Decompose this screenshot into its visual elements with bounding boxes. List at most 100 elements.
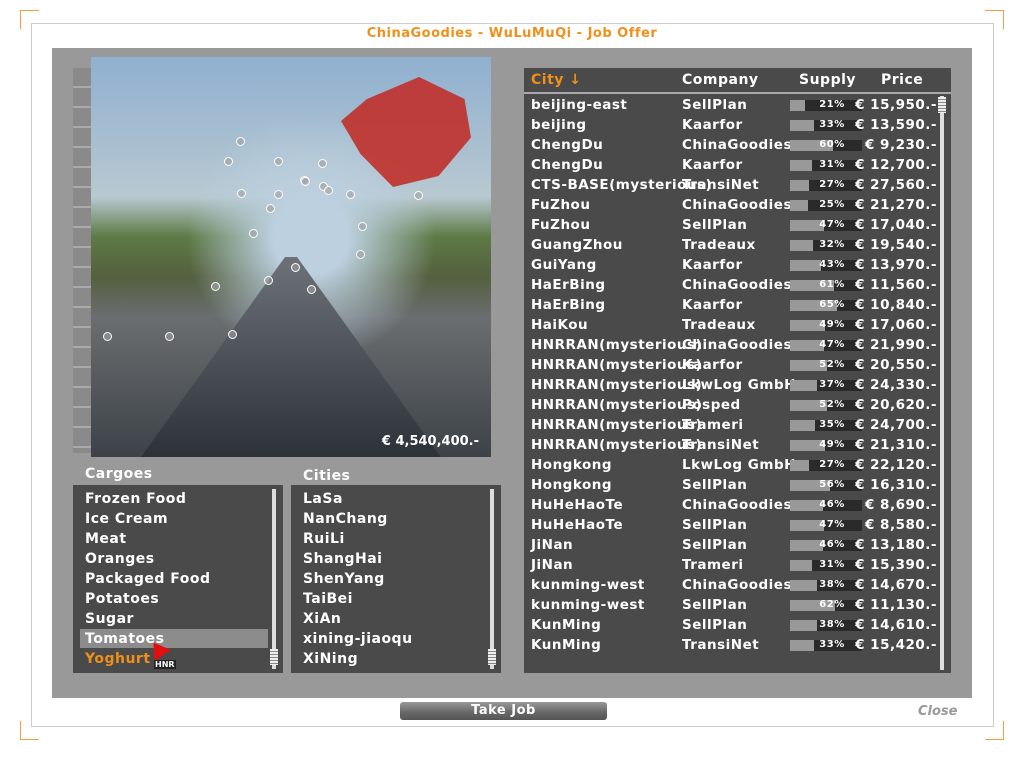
cash-amount: € 4,540,400.- (381, 434, 479, 449)
table-row[interactable]: HNRRAN(mysterious) Kaarfor 52% € 20,550.- (524, 355, 944, 375)
row-city: HaErBing (531, 297, 606, 313)
table-row[interactable]: beijing Kaarfor 33% € 13,590.- (524, 115, 944, 135)
preview-side-strip (73, 68, 91, 453)
table-row[interactable]: HNRRAN(mysterious) Trameri 35% € 24,700.- (524, 415, 944, 435)
map-location-dot (307, 285, 316, 294)
map-location-dot (301, 177, 310, 186)
table-row[interactable]: HuHeHaoTe SellPlan 47% € 8,580.- (524, 515, 944, 535)
map-location-dot (249, 229, 258, 238)
table-row[interactable]: Hongkong LkwLog GmbH 27% € 22,120.- (524, 455, 944, 475)
row-company: Tradeaux (682, 317, 756, 333)
cities-list[interactable]: LaSa NanChang RuiLi ShangHai ShenYang TaiBei X… (291, 485, 501, 673)
table-row[interactable]: FuZhou ChinaGoodies 25% € 21,270.- (524, 195, 944, 215)
table-row[interactable]: HuHeHaoTe ChinaGoodies 46% € 8,690.- (524, 495, 944, 515)
table-row[interactable]: JiNan SellPlan 46% € 13,180.- (524, 535, 944, 555)
table-row[interactable]: JiNan Trameri 31% € 15,390.- (524, 555, 944, 575)
table-row[interactable]: ChengDu Kaarfor 31% € 12,700.- (524, 155, 944, 175)
table-row[interactable]: beijing-east SellPlan 21% € 15,950.- (524, 95, 944, 115)
table-row[interactable]: HNRRAN(mysterious) Posped 52% € 20,620.- (524, 395, 944, 415)
row-company: TransiNet (682, 177, 760, 193)
map-location-dot (165, 332, 174, 341)
supply-bar-fill (790, 380, 817, 391)
map-location-dot (414, 191, 423, 200)
cargo-item[interactable]: Ice Cream (85, 509, 168, 529)
city-item[interactable]: XiAn (303, 609, 341, 629)
row-company: Kaarfor (682, 157, 743, 173)
road-image (141, 257, 441, 457)
table-row[interactable]: GuiYang Kaarfor 43% € 13,970.- (524, 255, 944, 275)
city-item[interactable]: LaSa (303, 489, 343, 509)
table-row[interactable]: kunming-west SellPlan 62% € 11,130.- (524, 595, 944, 615)
column-header-company[interactable]: Company (682, 72, 759, 88)
table-row[interactable]: HaiKou Tradeaux 49% € 17,060.- (524, 315, 944, 335)
table-row[interactable]: HNRRAN(mysterious) TransiNet 49% € 21,310.- (524, 435, 944, 455)
cargoes-list[interactable]: Frozen Food Ice Cream Meat Oranges Packaged … (73, 485, 283, 673)
cities-scrollbar[interactable] (490, 489, 494, 669)
map-location-dot (356, 250, 365, 259)
table-row[interactable]: CTS-BASE(mysterious) TransiNet 27% € 27,560… (524, 175, 944, 195)
city-item[interactable]: ShangHai (303, 549, 382, 569)
row-company: ChinaGoodies (682, 337, 792, 353)
table-row[interactable]: GuangZhou Tradeaux 32% € 19,540.- (524, 235, 944, 255)
column-header-price[interactable]: Price (881, 72, 923, 88)
cargo-item[interactable]: Meat (85, 529, 127, 549)
cities-scroll-thumb[interactable] (488, 649, 496, 665)
row-company: Kaarfor (682, 257, 743, 273)
row-city: beijing-east (531, 97, 628, 113)
row-price: € 14,610.- (855, 617, 937, 633)
row-company: Trameri (682, 417, 744, 433)
row-city: GuangZhou (531, 237, 623, 253)
row-price: € 13,180.- (855, 537, 937, 553)
row-city: GuiYang (531, 257, 597, 273)
row-company: SellPlan (682, 517, 748, 533)
cargoes-scrollbar[interactable] (272, 489, 276, 669)
city-item[interactable]: ShenYang (303, 569, 385, 589)
table-row[interactable]: Hongkong SellPlan 56% € 16,310.- (524, 475, 944, 495)
row-price: € 8,580.- (864, 517, 937, 533)
row-price: € 8,690.- (864, 497, 937, 513)
cargoes-scroll-thumb[interactable] (270, 649, 278, 665)
city-item[interactable]: xining-jiaoqu (303, 629, 413, 649)
column-header-supply[interactable]: Supply (799, 72, 856, 88)
table-row[interactable]: FuZhou SellPlan 47% € 17,040.- (524, 215, 944, 235)
row-price: € 11,130.- (855, 597, 937, 613)
table-row[interactable]: kunming-west ChinaGoodies 38% € 14,670.- (524, 575, 944, 595)
destination-preview-image: € 4,540,400.- (91, 57, 491, 457)
table-row[interactable]: ChengDu ChinaGoodies 60% € 9,230.- (524, 135, 944, 155)
row-city: ChengDu (531, 137, 604, 153)
city-item[interactable]: XiNing (303, 649, 358, 669)
map-location-dot (228, 330, 237, 339)
cargo-item[interactable]: Frozen Food (85, 489, 186, 509)
cargo-item[interactable]: Packaged Food (85, 569, 211, 589)
row-city: ChengDu (531, 157, 604, 173)
supply-bar-fill (790, 240, 814, 251)
cargo-item[interactable]: Yoghurt (85, 649, 151, 669)
take-job-button[interactable]: Take Job (400, 702, 607, 720)
row-company: TransiNet (682, 637, 760, 653)
row-city: kunming-west (531, 597, 645, 613)
table-row[interactable]: HaErBing ChinaGoodies 61% € 11,560.- (524, 275, 944, 295)
row-city: HNRRAN(mysterious) (531, 417, 703, 433)
table-row[interactable]: KunMing SellPlan 38% € 14,610.- (524, 615, 944, 635)
city-item[interactable]: TaiBei (303, 589, 353, 609)
map-location-dot (291, 263, 300, 272)
cargo-item[interactable]: Oranges (85, 549, 155, 569)
table-row[interactable]: HNRRAN(mysterious) LkwLog GmbH 37% € 24,330… (524, 375, 944, 395)
map-location-dot (224, 157, 233, 166)
row-city: HuHeHaoTe (531, 497, 624, 513)
table-row[interactable]: KunMing TransiNet 33% € 15,420.- (524, 635, 944, 655)
table-row[interactable]: HNRRAN(mysterious) ChinaGoodies 47% € 21,99… (524, 335, 944, 355)
table-row[interactable]: HaErBing Kaarfor 65% € 10,840.- (524, 295, 944, 315)
cargo-item[interactable]: Sugar (85, 609, 134, 629)
city-item[interactable]: RuiLi (303, 529, 345, 549)
cargo-item[interactable]: Potatoes (85, 589, 159, 609)
city-item[interactable]: NanChang (303, 509, 388, 529)
column-header-city[interactable]: City ↓ (531, 72, 582, 88)
row-company: SellPlan (682, 617, 748, 633)
row-city: Hongkong (531, 477, 613, 493)
row-company: LkwLog GmbH (682, 457, 796, 473)
map-location-dot (211, 282, 220, 291)
row-company: Kaarfor (682, 297, 743, 313)
close-button[interactable]: Close (918, 704, 957, 719)
row-company: ChinaGoodies (682, 577, 792, 593)
